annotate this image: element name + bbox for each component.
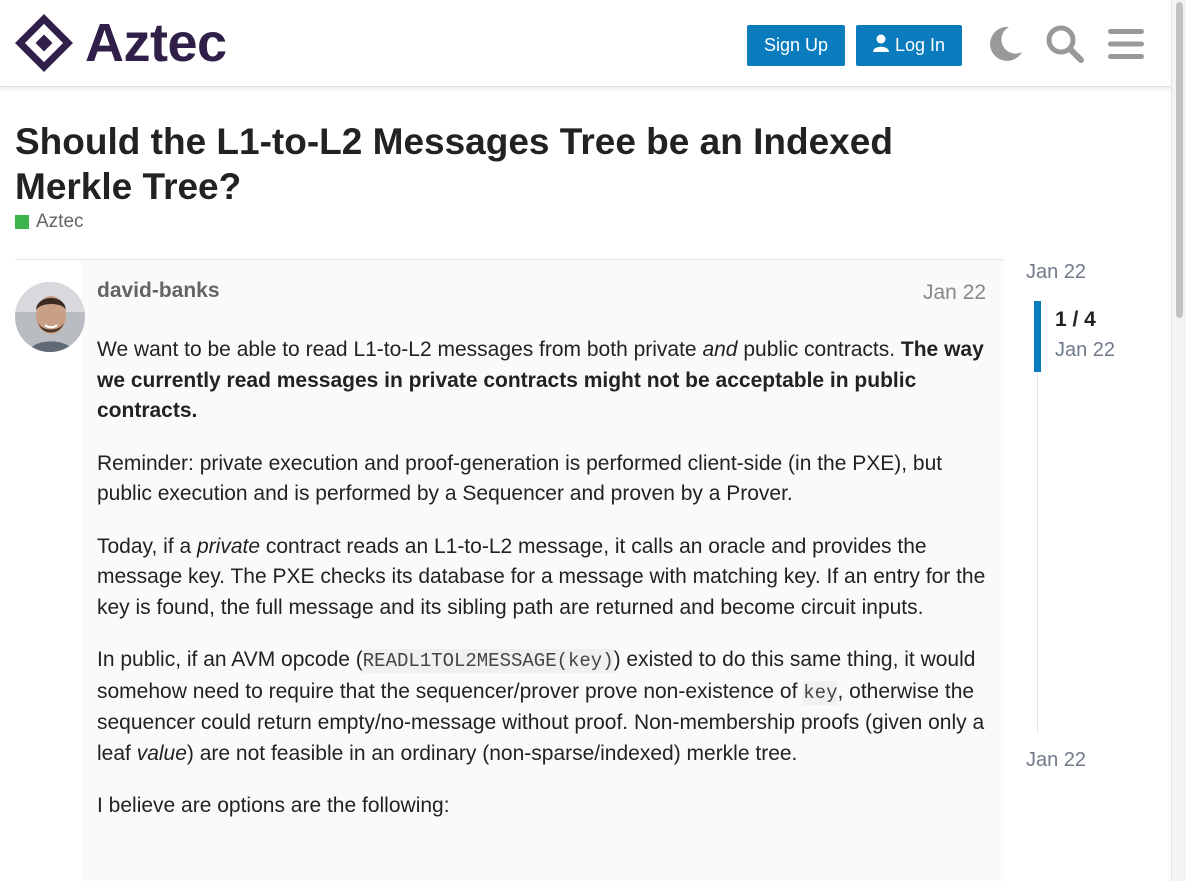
hamburger-menu-button[interactable] bbox=[1104, 22, 1148, 66]
topic-title[interactable]: Should the L1-to-L2 Messages Tree be an … bbox=[15, 119, 975, 209]
search-button[interactable] bbox=[1043, 22, 1087, 66]
post-paragraph: We want to be able to read L1-to-L2 mess… bbox=[97, 335, 987, 427]
post-paragraph: I believe are options are the following: bbox=[97, 794, 450, 817]
sign-up-label: Sign Up bbox=[763, 35, 829, 55]
category-name: Aztec bbox=[36, 211, 84, 232]
text-run: We want to be able to read L1-to-L2 mess… bbox=[97, 338, 703, 361]
text-run: Today, if a bbox=[97, 534, 197, 558]
text-run-italic: and bbox=[702, 338, 738, 361]
category-badge[interactable]: Aztec bbox=[15, 211, 84, 233]
post-paragraph: Today, if a private contract reads an L1… bbox=[97, 532, 987, 624]
page-scrollbar[interactable] bbox=[1171, 0, 1186, 881]
inline-code: key bbox=[803, 680, 838, 705]
timeline-position-date: Jan 22 bbox=[1055, 339, 1116, 361]
timeline-scroll-handle[interactable] bbox=[1034, 301, 1041, 372]
logo-diamond-icon bbox=[15, 14, 73, 72]
hamburger-menu-icon bbox=[1108, 29, 1144, 59]
post-date[interactable]: Jan 22 bbox=[923, 281, 986, 305]
inline-code: READL1TOL2MESSAGE(key) bbox=[362, 649, 614, 673]
timeline-start-date[interactable]: Jan 22 bbox=[1026, 261, 1086, 284]
logo-text: Aztec bbox=[85, 13, 227, 73]
log-in-label: Log In bbox=[894, 35, 946, 55]
site-header: Aztec Sign Up Log In bbox=[0, 0, 1171, 87]
timeline-end-date[interactable]: Jan 22 bbox=[1026, 749, 1086, 772]
post-paragraph: In public, if an AVM opcode (READL1TOL2M… bbox=[97, 645, 987, 769]
post-paragraph: Reminder: private execution and proof-ge… bbox=[97, 451, 943, 506]
text-run: In public, if an AVM opcode ( bbox=[97, 648, 363, 671]
user-icon bbox=[872, 34, 889, 57]
scrollbar-thumb[interactable] bbox=[1176, 2, 1183, 318]
toggle-dark-mode-button[interactable] bbox=[983, 22, 1027, 66]
text-run: ) are not feasible in an ordinary (non-s… bbox=[186, 741, 798, 765]
post-author[interactable]: david-banks bbox=[97, 279, 220, 303]
text-run-italic: value bbox=[136, 741, 187, 765]
text-run-italic: private bbox=[197, 534, 261, 558]
avatar[interactable] bbox=[15, 282, 85, 352]
sign-up-button[interactable]: Sign Up bbox=[747, 25, 845, 66]
post-content: We want to be able to read L1-to-L2 mess… bbox=[97, 335, 987, 844]
site-logo[interactable]: Aztec bbox=[15, 14, 227, 72]
search-icon bbox=[1046, 25, 1084, 63]
avatar-image bbox=[15, 282, 85, 352]
timeline-position: 1 / 4 bbox=[1055, 308, 1096, 331]
log-in-button[interactable]: Log In bbox=[856, 25, 962, 66]
category-color-swatch bbox=[15, 215, 29, 229]
moon-icon bbox=[990, 26, 1022, 61]
text-run: public contracts. bbox=[737, 338, 901, 361]
